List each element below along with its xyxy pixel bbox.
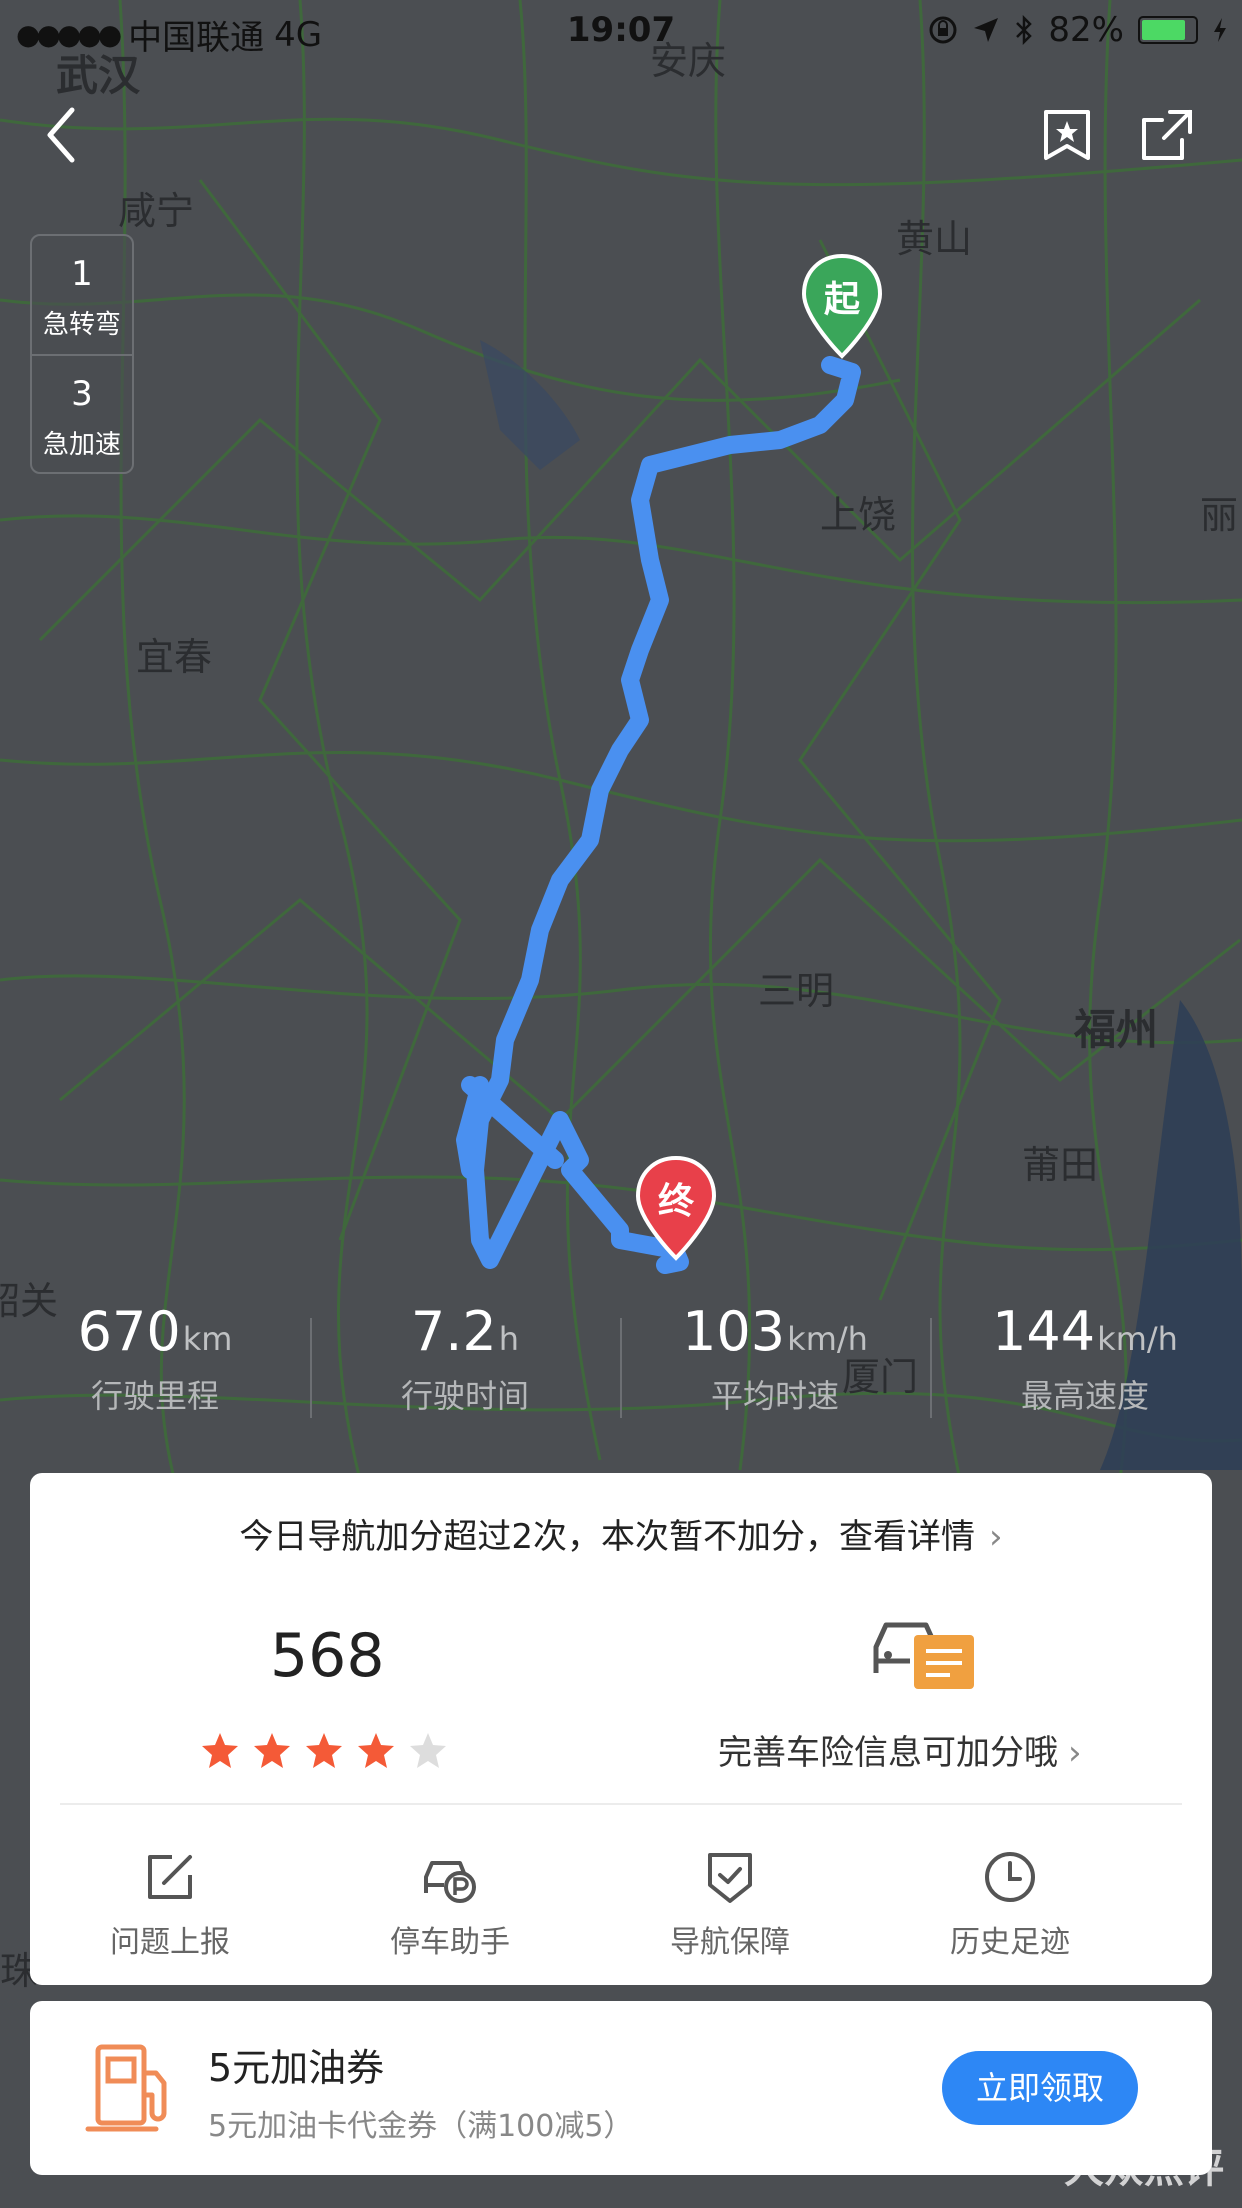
battery-icon — [1138, 16, 1198, 44]
coupon-subtitle: 5元加油卡代金券（满100减5） — [208, 2109, 634, 2144]
event-sharp-turn[interactable]: 1 急转弯 — [32, 236, 132, 354]
tool-label: 问题上报 — [110, 1925, 230, 1960]
star-filled-icon — [358, 1733, 394, 1768]
star-empty-icon — [410, 1733, 446, 1768]
stat-label: 最高速度 — [1020, 1377, 1149, 1415]
city-label: 黄山 — [896, 217, 973, 261]
end-marker-label: 终 — [657, 1181, 694, 1222]
stat-label: 行驶里程 — [90, 1377, 219, 1415]
driving-score-card: 今日导航加分超过2次，本次暂不加分，查看详情 › 568 完善车险信息可加分哦 › … — [30, 1473, 1212, 1985]
charging-icon — [1214, 18, 1226, 42]
event-count: 3 — [71, 374, 93, 414]
status-bar: ●●●●● 中国联通 4G 19:07 82% — [0, 0, 1242, 60]
chevron-right-icon: › — [989, 1517, 1003, 1557]
bluetooth-icon — [1016, 15, 1033, 45]
clock-icon — [985, 1852, 1035, 1902]
event-label: 急加速 — [42, 430, 121, 460]
shield-check-icon — [708, 1853, 752, 1903]
city-label: 丽 — [1200, 493, 1239, 537]
back-button[interactable] — [38, 100, 88, 170]
city-label: 莆田 — [1022, 1143, 1099, 1187]
car-insurance-icon — [873, 1622, 974, 1689]
share-icon — [1142, 110, 1192, 160]
tool-history-tracks[interactable]: 历史足迹 — [870, 1849, 1150, 1961]
tool-label: 停车助手 — [390, 1925, 510, 1960]
stat-value: 670 — [77, 1300, 181, 1363]
stat-unit: km/h — [1097, 1320, 1178, 1358]
tool-label: 历史足迹 — [950, 1925, 1070, 1960]
start-marker-label: 起 — [823, 279, 860, 320]
fuel-coupon-card[interactable]: 5元加油券 5元加油卡代金券（满100减5） 立即领取 — [30, 2001, 1212, 2175]
city-label: 三明 — [758, 969, 835, 1013]
star-rating — [200, 1731, 448, 1771]
coupon-title: 5元加油券 — [208, 2046, 385, 2090]
points-notice-text: 今日导航加分超过2次，本次暂不加分，查看详情 — [239, 1517, 976, 1557]
stat-value: 7.2 — [410, 1300, 497, 1363]
star-filled-icon — [202, 1733, 238, 1768]
stat-unit: h — [498, 1320, 520, 1358]
stat-duration: 7.2h 行驶时间 — [310, 1300, 620, 1440]
tool-label: 导航保障 — [670, 1925, 790, 1960]
event-label: 急转弯 — [42, 310, 121, 340]
watermark-logo: 大众点评 — [1064, 2146, 1224, 2192]
car-insurance-text: 完善车险信息可加分哦 — [718, 1733, 1058, 1773]
tool-navigation-protection[interactable]: 导航保障 — [590, 1849, 870, 1961]
stat-unit: km — [182, 1320, 233, 1358]
driving-events-panel: 1 急转弯 3 急加速 — [30, 234, 134, 474]
stat-average-speed: 103km/h 平均时速 — [620, 1300, 930, 1440]
driving-score: 568 — [270, 1621, 385, 1691]
parking-car-icon — [424, 1861, 476, 1903]
city-label: 宜春 — [136, 635, 213, 679]
event-rapid-acceleration[interactable]: 3 急加速 — [32, 354, 132, 472]
trip-stats: 670km 行驶里程 7.2h 行驶时间 103km/h 平均时速 144km/… — [0, 1300, 1242, 1440]
stat-max-speed: 144km/h 最高速度 — [930, 1300, 1240, 1440]
stat-value: 103 — [682, 1300, 786, 1363]
battery-percent: 82% — [1048, 10, 1124, 50]
claim-coupon-button[interactable]: 立即领取 — [942, 2051, 1138, 2125]
stat-distance: 670km 行驶里程 — [0, 1300, 310, 1440]
stat-value: 144 — [992, 1300, 1096, 1363]
bookmark-star-icon — [1044, 110, 1090, 160]
stat-unit: km/h — [787, 1320, 868, 1358]
city-label: 咸宁 — [118, 189, 195, 233]
tool-report-issue[interactable]: 问题上报 — [30, 1849, 310, 1961]
city-label: 福州 — [1074, 1005, 1159, 1054]
star-filled-icon — [254, 1733, 290, 1768]
start-marker[interactable]: 起 — [800, 252, 884, 362]
points-notice-link[interactable]: 今日导航加分超过2次，本次暂不加分，查看详情 › — [30, 1509, 1212, 1558]
event-count: 1 — [71, 254, 93, 294]
share-button[interactable] — [1140, 108, 1194, 162]
divider — [60, 1803, 1182, 1805]
city-label: 上饶 — [820, 493, 897, 537]
end-marker[interactable]: 终 — [634, 1154, 718, 1264]
chevron-right-icon: › — [1068, 1733, 1082, 1773]
star-filled-icon — [306, 1733, 342, 1768]
fuel-pump-icon — [85, 2044, 167, 2132]
stat-label: 行驶时间 — [400, 1377, 529, 1415]
tool-parking-assistant[interactable]: 停车助手 — [310, 1849, 590, 1961]
tool-bar: 问题上报 停车助手 导航保障 历史足迹 — [30, 1849, 1212, 1961]
chevron-left-icon — [47, 107, 75, 163]
stat-label: 平均时速 — [710, 1377, 839, 1415]
car-insurance-link[interactable]: 完善车险信息可加分哦 › — [718, 1725, 1082, 1774]
edit-icon — [148, 1855, 192, 1899]
rotation-lock-icon — [929, 16, 957, 44]
favorite-button[interactable] — [1040, 108, 1094, 162]
location-arrow-icon — [974, 18, 999, 42]
